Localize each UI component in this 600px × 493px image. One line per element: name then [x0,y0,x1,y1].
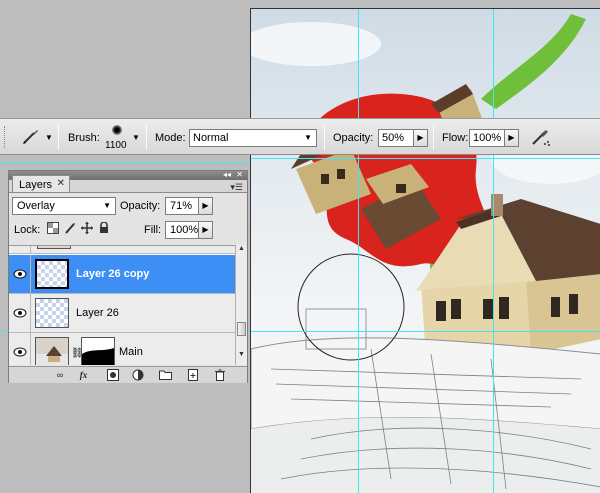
blend-mode-select[interactable]: Overlay ▼ [12,197,116,215]
layer-row[interactable]: Layer 26 [9,294,235,333]
trash-icon[interactable] [213,369,226,381]
lock-label: Lock: [14,224,41,236]
close-panel-icon[interactable]: ✕ [236,170,243,179]
chevron-down-icon: ▼ [103,201,111,210]
layers-panel: ◂◂ ✕ Layers ✕ ▾☰ Overlay ▼ Opacity: 71% … [8,170,248,383]
fill-arrow-icon[interactable]: ▶ [199,221,213,239]
new-group-icon[interactable] [159,369,172,381]
canvas-artwork [251,14,600,493]
mode-label: Mode: [155,132,186,144]
eye-icon [13,269,27,279]
visibility-cell[interactable] [9,246,31,253]
layer-thumbnail [35,298,69,328]
document-canvas[interactable] [250,8,600,493]
brush-picker-arrow-icon[interactable]: ▼ [132,133,140,142]
layer-row-selected[interactable]: Layer 26 copy [9,255,235,294]
fx-icon[interactable]: fx [77,369,90,381]
close-tab-icon[interactable]: ✕ [57,178,65,189]
layer-name[interactable]: Layer 26 copy [76,268,149,280]
lock-pixels-icon[interactable] [64,222,76,234]
collapse-icon[interactable]: ◂◂ [223,170,231,179]
layer-row[interactable]: ⛓ Main [9,333,235,365]
options-bar-grip[interactable] [4,126,7,148]
mode-value: Normal [193,132,229,144]
guide-horizontal[interactable] [251,331,600,332]
layer-row[interactable] [9,246,235,254]
visibility-cell[interactable] [9,294,31,332]
guide-horizontal[interactable] [251,158,600,159]
flow-input[interactable]: 100% [469,129,505,147]
layer-thumbnail [35,337,69,365]
chevron-down-icon: ▼ [304,133,312,142]
opacity-label: Opacity: [333,132,374,144]
lock-all-icon[interactable] [98,221,110,234]
layer-thumbnail [37,246,71,249]
lock-position-icon[interactable] [81,222,93,234]
panel-footer: ∞ fx [9,366,247,383]
mode-select[interactable]: Normal ▼ [189,129,317,147]
tab-layers-label: Layers [19,179,53,191]
visibility-cell[interactable] [9,333,31,365]
lock-transparency-icon[interactable] [47,222,59,234]
layer-opacity-arrow-icon[interactable]: ▶ [199,197,213,215]
guide-vertical[interactable] [358,9,359,493]
scrollbar-thumb[interactable] [237,322,246,336]
layer-mask-thumbnail[interactable] [81,337,115,365]
layer-list-scrollbar[interactable]: ▲ ▼ [235,245,247,365]
flow-slider-arrow-icon[interactable]: ▶ [505,129,519,147]
adjustment-layer-icon[interactable] [131,369,144,381]
tab-layers[interactable]: Layers ✕ [12,175,70,193]
layer-opacity-label: Opacity: [120,200,161,212]
brush-label: Brush: [68,132,100,144]
opacity-slider-arrow-icon[interactable]: ▶ [414,129,428,147]
fill-label: Fill: [144,224,162,236]
layer-name[interactable]: Layer 26 [76,307,119,319]
brush-size: 1100 [105,140,127,151]
opacity-input[interactable]: 50% [378,129,414,147]
brush-tool-icon[interactable] [20,126,42,148]
eye-icon [13,347,27,357]
airbrush-icon[interactable] [530,126,552,148]
layer-thumbnail [35,259,69,289]
link-layers-icon[interactable]: ∞ [51,369,69,381]
options-bar: ▼ Brush: 1100 ▼ Mode: Normal ▼ Opacity: … [0,118,600,155]
add-mask-icon[interactable] [106,369,119,381]
guide-horizontal[interactable] [0,163,250,164]
layer-name[interactable]: Main [119,346,143,358]
fill-input[interactable]: 100% [165,221,199,239]
blend-mode-value: Overlay [17,200,55,212]
scroll-up-icon[interactable]: ▲ [238,245,245,252]
panel-body: Overlay ▼ Opacity: 71% ▶ Lock: Fill: 100… [9,192,247,383]
new-layer-icon[interactable] [186,369,199,381]
tool-preset-arrow-icon[interactable]: ▼ [45,133,53,142]
layer-list[interactable]: Layer 26 copy Layer 26 ⛓ Main [9,245,235,365]
flow-label: Flow: [442,132,469,144]
scroll-down-icon[interactable]: ▼ [238,351,245,358]
visibility-cell[interactable] [9,255,31,293]
layer-opacity-input[interactable]: 71% [165,197,199,215]
brush-preview-icon[interactable] [112,125,122,135]
guide-vertical[interactable] [493,9,494,493]
eye-icon [13,308,27,318]
